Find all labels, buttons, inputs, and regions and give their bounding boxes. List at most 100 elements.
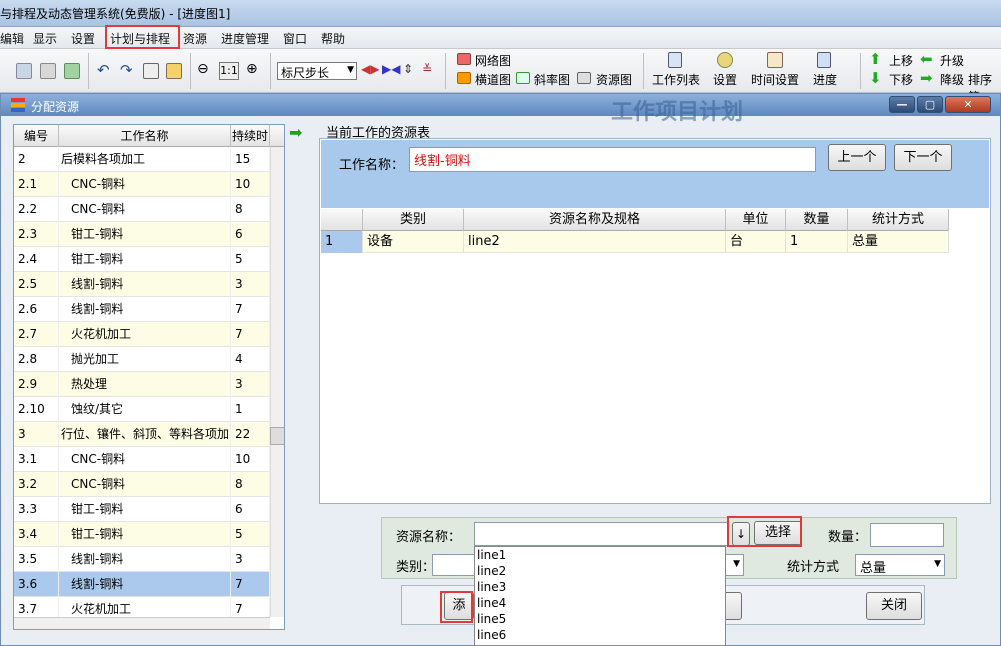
dropdown-option[interactable]: line5 <box>475 611 725 627</box>
app-icon <box>11 98 25 112</box>
zoom-in-icon[interactable]: ⊕ <box>246 61 258 77</box>
table-row[interactable]: 2.10 蚀纹/其它 1 <box>14 397 270 422</box>
dropdown-option[interactable]: line3 <box>475 579 725 595</box>
chevron-down-icon: ▼ <box>733 559 740 569</box>
cell-id: 2.2 <box>14 197 59 222</box>
arrow-right-icon[interactable]: ➡ <box>289 125 305 141</box>
paste-icon[interactable] <box>166 63 182 79</box>
resource-chart-button[interactable]: 资源图 <box>596 71 632 88</box>
table-row[interactable]: 2.7 火花机加工 7 <box>14 322 270 347</box>
move-down-button[interactable]: 下移 <box>889 71 913 88</box>
table-row[interactable]: 2 后模料各项加工 15 <box>14 147 270 172</box>
table-row[interactable]: 2.3 钳工-铜料 6 <box>14 222 270 247</box>
cell-qty[interactable]: 1 <box>786 231 848 253</box>
work-list-button[interactable]: 工作列表 <box>652 71 700 88</box>
move-up-button[interactable]: 上移 <box>889 52 913 69</box>
table-row[interactable]: 2.1 CNC-铜料 10 <box>14 172 270 197</box>
cell-stat[interactable]: 总量 <box>848 231 949 253</box>
col-id-header[interactable]: 编号 <box>14 125 59 147</box>
chevron-down-icon: ▼ <box>934 559 941 569</box>
slope-chart-button[interactable]: 斜率图 <box>534 71 570 88</box>
cell-id: 2.7 <box>14 322 59 347</box>
menu-view[interactable]: 显示 <box>33 30 57 47</box>
align-icon[interactable]: ≚ <box>422 62 432 76</box>
horizontal-scrollbar[interactable] <box>14 617 270 629</box>
menu-resources[interactable]: 资源 <box>183 30 207 47</box>
cell-duration: 6 <box>231 497 270 522</box>
scroll-thumb[interactable] <box>270 427 284 445</box>
table-row[interactable]: 3.4 钳工-铜料 5 <box>14 522 270 547</box>
zoom-out-icon[interactable]: ⊖ <box>197 61 209 77</box>
dropdown-option[interactable]: line1 <box>475 547 725 563</box>
col-duration-header[interactable]: 持续时 <box>231 125 270 147</box>
minimize-button[interactable]: — <box>889 96 915 113</box>
table-row[interactable]: 3.5 线割-铜料 3 <box>14 547 270 572</box>
stat-method-select[interactable]: 总量 ▼ <box>855 554 945 576</box>
close-window-button[interactable]: ✕ <box>945 96 991 113</box>
prev-button[interactable]: 上一个 <box>828 144 886 171</box>
resource-chart-icon <box>577 72 591 84</box>
ruler-step-select[interactable]: 标尺步长 ▼ <box>277 62 357 80</box>
table-row[interactable]: 2.5 线割-铜料 3 <box>14 272 270 297</box>
cell-category[interactable]: 设备 <box>363 231 464 253</box>
cell-work-name: 线割-铜料 <box>59 297 231 322</box>
table-row[interactable]: 2.2 CNC-铜料 8 <box>14 197 270 222</box>
col-category-header[interactable]: 类别 <box>363 209 464 231</box>
maximize-button[interactable]: ▢ <box>917 96 943 113</box>
vertical-scrollbar[interactable] <box>270 147 284 617</box>
menu-progress[interactable]: 进度管理 <box>221 30 269 47</box>
table-row[interactable]: 1 设备 line2 台 1 总量 <box>321 231 949 253</box>
dropdown-option[interactable]: line2 <box>475 563 725 579</box>
time-settings-button[interactable]: 时间设置 <box>751 71 799 88</box>
work-list-table: 编号 工作名称 持续时 2 后模料各项加工 15 2.1 CNC-铜料 10 2.2 CNC-… <box>13 124 285 630</box>
close-button[interactable]: 关闭 <box>866 592 922 620</box>
network-chart-button[interactable]: 网络图 <box>475 52 511 69</box>
redo-icon[interactable]: ↷ <box>120 61 133 79</box>
export-icon[interactable] <box>64 63 80 79</box>
table-row[interactable]: 2.9 热处理 3 <box>14 372 270 397</box>
menu-help[interactable]: 帮助 <box>321 30 345 47</box>
dropdown-option[interactable]: line6 <box>475 627 725 643</box>
print-icon[interactable] <box>40 63 56 79</box>
table-row[interactable]: 3.1 CNC-铜料 10 <box>14 447 270 472</box>
menu-edit[interactable]: 编辑 <box>0 30 24 47</box>
work-name-field[interactable]: 线割-铜料 <box>409 147 816 172</box>
settings-button[interactable]: 设置 <box>713 71 737 88</box>
dropdown-option[interactable]: line4 <box>475 595 725 611</box>
table-row[interactable]: 3.2 CNC-铜料 8 <box>14 472 270 497</box>
cell-duration: 3 <box>231 272 270 297</box>
table-row[interactable]: 2.6 线割-铜料 7 <box>14 297 270 322</box>
select-highlight <box>727 516 802 547</box>
progress-button[interactable]: 进度 <box>813 71 837 88</box>
gantt-chart-button[interactable]: 横道图 <box>475 71 511 88</box>
quantity-input[interactable] <box>870 523 944 547</box>
zoom-reset-button[interactable]: 1:1 <box>219 62 239 80</box>
copy-icon[interactable] <box>143 63 159 79</box>
center-icon[interactable]: ⇕ <box>403 62 413 76</box>
table-row[interactable]: 3 行位、镶件、斜顶、等料各项加 22 <box>14 422 270 447</box>
undo-icon[interactable]: ↶ <box>97 61 110 79</box>
expand-icon[interactable]: ◀▶ <box>361 62 379 76</box>
cell-duration: 5 <box>231 247 270 272</box>
col-resource-name-header[interactable]: 资源名称及规格 <box>464 209 726 231</box>
col-name-header[interactable]: 工作名称 <box>59 125 231 147</box>
next-button[interactable]: 下一个 <box>894 144 952 171</box>
table-row[interactable]: 3.6 线割-铜料 7 <box>14 572 270 597</box>
demote-button[interactable]: 降级 <box>940 71 964 88</box>
dialog-title-bar: 分配资源 工作项目计划 — ▢ ✕ <box>1 94 1000 125</box>
fit-icon[interactable]: ▶◀ <box>382 62 400 76</box>
col-stat-header[interactable]: 统计方式 <box>848 209 949 231</box>
menu-settings[interactable]: 设置 <box>71 30 95 47</box>
work-name-bar: 工作名称： 线割-铜料 上一个 下一个 <box>321 140 989 208</box>
table-row[interactable]: 2.8 抛光加工 4 <box>14 347 270 372</box>
cell-unit[interactable]: 台 <box>726 231 786 253</box>
col-unit-header[interactable]: 单位 <box>726 209 786 231</box>
preview-icon[interactable] <box>16 63 32 79</box>
resource-name-input[interactable] <box>474 522 728 546</box>
table-row[interactable]: 2.4 钳工-铜料 5 <box>14 247 270 272</box>
table-row[interactable]: 3.3 钳工-铜料 6 <box>14 497 270 522</box>
col-qty-header[interactable]: 数量 <box>786 209 848 231</box>
promote-button[interactable]: 升级 <box>940 52 964 69</box>
menu-window[interactable]: 窗口 <box>283 30 307 47</box>
cell-resource-name[interactable]: line2 <box>464 231 726 253</box>
